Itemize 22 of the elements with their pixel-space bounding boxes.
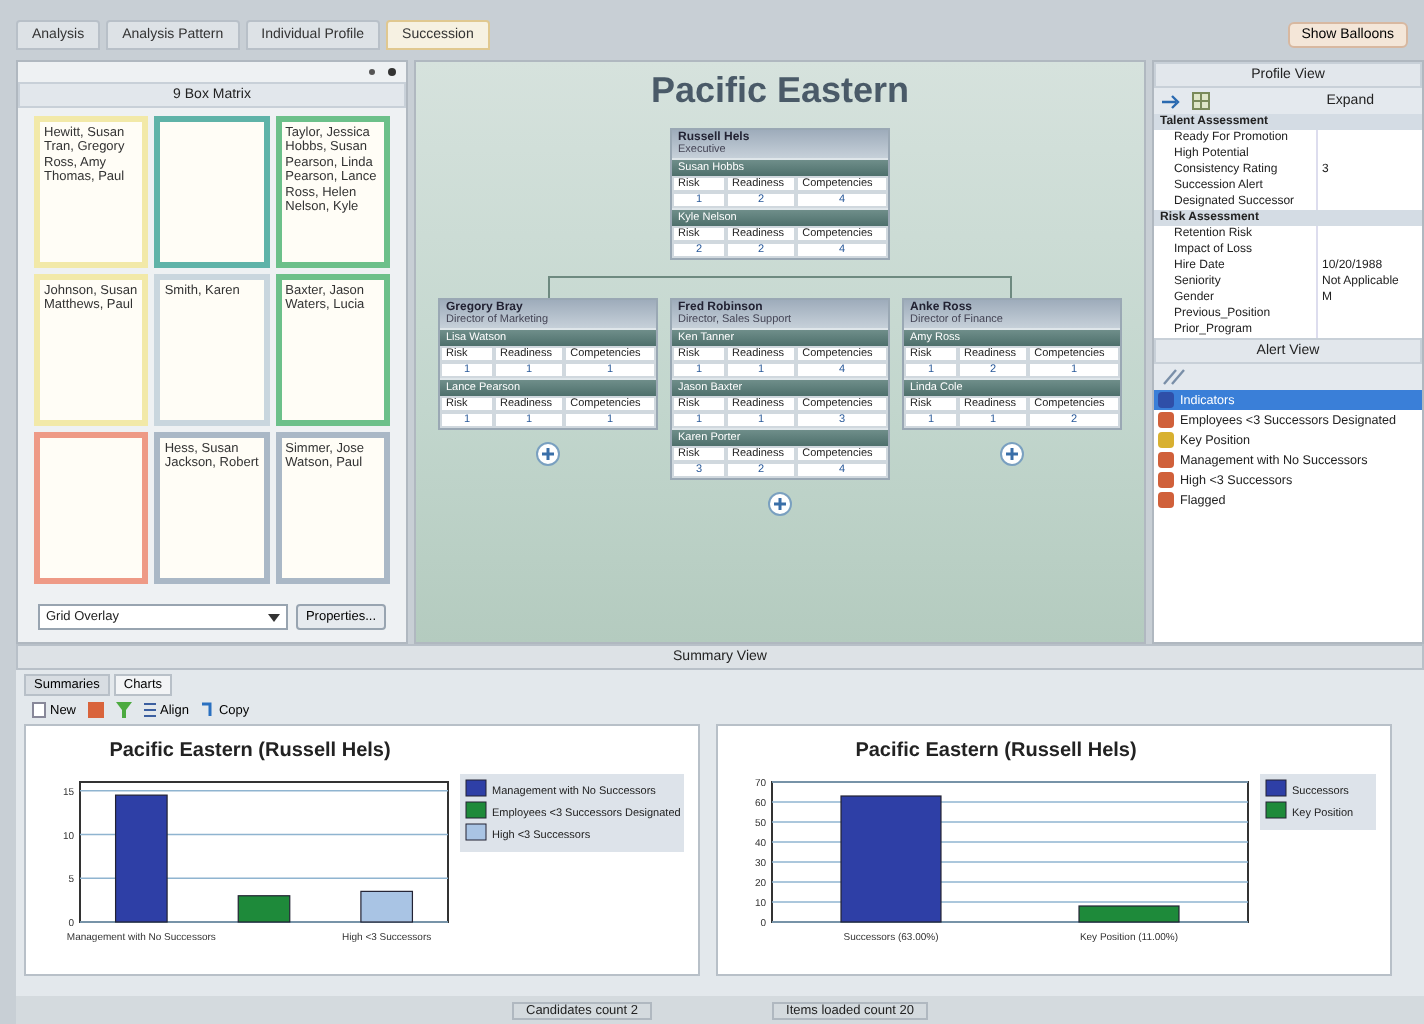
page-icon	[32, 702, 46, 718]
funnel-icon	[116, 702, 133, 718]
expand-button[interactable]	[768, 492, 792, 516]
toolbar-button[interactable]	[88, 702, 105, 718]
plus-icon	[772, 496, 788, 512]
plus-icon	[540, 446, 556, 462]
expand-button[interactable]	[536, 442, 560, 466]
arrow-icon[interactable]	[1162, 93, 1182, 109]
chart-title: Pacific Eastern (Russell Hels)	[109, 740, 391, 762]
pencil-icon[interactable]	[1162, 368, 1186, 386]
chart-title: Pacific Eastern (Russell Hels)	[855, 740, 1137, 762]
plus-icon	[1004, 446, 1020, 462]
matrix-cell[interactable]	[34, 432, 149, 584]
matrix-cell[interactable]	[154, 116, 270, 268]
caret-icon	[267, 613, 280, 621]
expand-button[interactable]	[1000, 442, 1024, 466]
toolbar-button[interactable]	[116, 702, 133, 718]
grid-icon[interactable]	[1192, 92, 1210, 110]
align-icon	[144, 702, 157, 718]
delete-icon	[88, 702, 105, 718]
copy-icon	[200, 702, 215, 718]
org-chart-title: Pacific Eastern	[650, 70, 910, 112]
